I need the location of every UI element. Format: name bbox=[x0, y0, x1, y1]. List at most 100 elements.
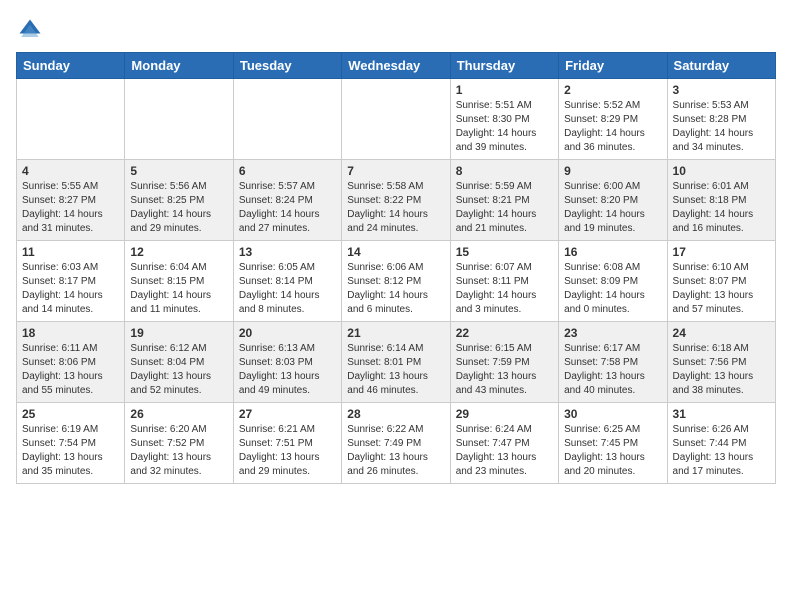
day-info: Sunrise: 6:10 AM Sunset: 8:07 PM Dayligh… bbox=[673, 262, 754, 315]
day-info: Sunrise: 5:53 AM Sunset: 8:28 PM Dayligh… bbox=[673, 100, 754, 153]
weekday-header-row: SundayMondayTuesdayWednesdayThursdayFrid… bbox=[17, 53, 776, 79]
day-number: 6 bbox=[239, 164, 336, 178]
calendar-cell: 20 Sunrise: 6:13 AM Sunset: 8:03 PM Dayli… bbox=[233, 322, 341, 403]
calendar-table: SundayMondayTuesdayWednesdayThursdayFrid… bbox=[16, 52, 776, 484]
day-info: Sunrise: 6:06 AM Sunset: 8:12 PM Dayligh… bbox=[347, 262, 428, 315]
day-number: 14 bbox=[347, 245, 444, 259]
header bbox=[16, 10, 776, 44]
day-number: 29 bbox=[456, 407, 553, 421]
calendar-cell: 5Sunrise: 5:56 AM Sunset: 8:25 PM Daylig… bbox=[125, 160, 233, 241]
day-number: 27 bbox=[239, 407, 336, 421]
calendar-cell: 8 Sunrise: 5:59 AM Sunset: 8:21 PM Daylig… bbox=[450, 160, 558, 241]
day-number: 2 bbox=[564, 83, 661, 97]
calendar-cell: 15Sunrise: 6:07 AM Sunset: 8:11 PM Dayli… bbox=[450, 241, 558, 322]
calendar-cell bbox=[125, 79, 233, 160]
weekday-header-tuesday: Tuesday bbox=[233, 53, 341, 79]
calendar-cell: 16 Sunrise: 6:08 AM Sunset: 8:09 PM Dayli… bbox=[559, 241, 667, 322]
day-info: Sunrise: 5:52 AM Sunset: 8:29 PM Dayligh… bbox=[564, 100, 645, 153]
calendar-cell: 4Sunrise: 5:55 AM Sunset: 8:27 PM Daylig… bbox=[17, 160, 125, 241]
calendar-week-5: 25 Sunrise: 6:19 AM Sunset: 7:54 PM Dayli… bbox=[17, 403, 776, 484]
day-info: Sunrise: 6:17 AM Sunset: 7:58 PM Dayligh… bbox=[564, 343, 645, 396]
day-info: Sunrise: 6:24 AM Sunset: 7:47 PM Dayligh… bbox=[456, 424, 537, 477]
day-number: 18 bbox=[22, 326, 119, 340]
day-number: 16 bbox=[564, 245, 661, 259]
day-number: 9 bbox=[564, 164, 661, 178]
calendar-cell: 10 Sunrise: 6:01 AM Sunset: 8:18 PM Dayli… bbox=[667, 160, 775, 241]
day-number: 31 bbox=[673, 407, 770, 421]
page: SundayMondayTuesdayWednesdayThursdayFrid… bbox=[0, 0, 792, 500]
day-number: 17 bbox=[673, 245, 770, 259]
calendar-cell: 12 Sunrise: 6:04 AM Sunset: 8:15 PM Dayli… bbox=[125, 241, 233, 322]
logo bbox=[16, 10, 46, 44]
day-info: Sunrise: 6:00 AM Sunset: 8:20 PM Dayligh… bbox=[564, 181, 645, 234]
calendar-cell: 31 Sunrise: 6:26 AM Sunset: 7:44 PM Dayli… bbox=[667, 403, 775, 484]
calendar-cell: 17 Sunrise: 6:10 AM Sunset: 8:07 PM Dayli… bbox=[667, 241, 775, 322]
calendar-cell: 7 Sunrise: 5:58 AM Sunset: 8:22 PM Daylig… bbox=[342, 160, 450, 241]
day-number: 11 bbox=[22, 245, 119, 259]
day-number: 12 bbox=[130, 245, 227, 259]
day-info: Sunrise: 6:08 AM Sunset: 8:09 PM Dayligh… bbox=[564, 262, 645, 315]
day-number: 28 bbox=[347, 407, 444, 421]
calendar-cell: 11 Sunrise: 6:03 AM Sunset: 8:17 PM Dayli… bbox=[17, 241, 125, 322]
weekday-header-monday: Monday bbox=[125, 53, 233, 79]
logo-icon bbox=[16, 16, 44, 44]
day-info: Sunrise: 6:14 AM Sunset: 8:01 PM Dayligh… bbox=[347, 343, 428, 396]
calendar-cell: 18 Sunrise: 6:11 AM Sunset: 8:06 PM Dayli… bbox=[17, 322, 125, 403]
day-number: 1 bbox=[456, 83, 553, 97]
day-number: 24 bbox=[673, 326, 770, 340]
day-info: Sunrise: 6:07 AM Sunset: 8:11 PM Dayligh… bbox=[456, 262, 537, 315]
day-info: Sunrise: 6:04 AM Sunset: 8:15 PM Dayligh… bbox=[130, 262, 211, 315]
calendar-cell bbox=[233, 79, 341, 160]
calendar-cell: 30Sunrise: 6:25 AM Sunset: 7:45 PM Dayli… bbox=[559, 403, 667, 484]
day-info: Sunrise: 5:57 AM Sunset: 8:24 PM Dayligh… bbox=[239, 181, 320, 234]
calendar-cell: 28Sunrise: 6:22 AM Sunset: 7:49 PM Dayli… bbox=[342, 403, 450, 484]
day-info: Sunrise: 6:19 AM Sunset: 7:54 PM Dayligh… bbox=[22, 424, 103, 477]
day-info: Sunrise: 6:26 AM Sunset: 7:44 PM Dayligh… bbox=[673, 424, 754, 477]
calendar-week-4: 18 Sunrise: 6:11 AM Sunset: 8:06 PM Dayli… bbox=[17, 322, 776, 403]
day-info: Sunrise: 5:58 AM Sunset: 8:22 PM Dayligh… bbox=[347, 181, 428, 234]
calendar-cell: 9 Sunrise: 6:00 AM Sunset: 8:20 PM Daylig… bbox=[559, 160, 667, 241]
calendar-cell bbox=[17, 79, 125, 160]
day-number: 7 bbox=[347, 164, 444, 178]
day-number: 19 bbox=[130, 326, 227, 340]
day-number: 13 bbox=[239, 245, 336, 259]
day-info: Sunrise: 6:11 AM Sunset: 8:06 PM Dayligh… bbox=[22, 343, 103, 396]
calendar-cell: 19 Sunrise: 6:12 AM Sunset: 8:04 PM Dayli… bbox=[125, 322, 233, 403]
day-number: 8 bbox=[456, 164, 553, 178]
day-number: 25 bbox=[22, 407, 119, 421]
day-number: 5 bbox=[130, 164, 227, 178]
calendar-cell: 1 Sunrise: 5:51 AM Sunset: 8:30 PM Daylig… bbox=[450, 79, 558, 160]
calendar-cell: 24Sunrise: 6:18 AM Sunset: 7:56 PM Dayli… bbox=[667, 322, 775, 403]
day-number: 20 bbox=[239, 326, 336, 340]
day-info: Sunrise: 6:25 AM Sunset: 7:45 PM Dayligh… bbox=[564, 424, 645, 477]
calendar-cell: 22 Sunrise: 6:15 AM Sunset: 7:59 PM Dayli… bbox=[450, 322, 558, 403]
day-info: Sunrise: 6:15 AM Sunset: 7:59 PM Dayligh… bbox=[456, 343, 537, 396]
day-info: Sunrise: 6:13 AM Sunset: 8:03 PM Dayligh… bbox=[239, 343, 320, 396]
day-info: Sunrise: 6:05 AM Sunset: 8:14 PM Dayligh… bbox=[239, 262, 320, 315]
day-number: 10 bbox=[673, 164, 770, 178]
day-info: Sunrise: 6:20 AM Sunset: 7:52 PM Dayligh… bbox=[130, 424, 211, 477]
calendar-cell: 13 Sunrise: 6:05 AM Sunset: 8:14 PM Dayli… bbox=[233, 241, 341, 322]
weekday-header-wednesday: Wednesday bbox=[342, 53, 450, 79]
day-number: 3 bbox=[673, 83, 770, 97]
day-info: Sunrise: 5:51 AM Sunset: 8:30 PM Dayligh… bbox=[456, 100, 537, 153]
calendar-cell: 21Sunrise: 6:14 AM Sunset: 8:01 PM Dayli… bbox=[342, 322, 450, 403]
day-info: Sunrise: 5:59 AM Sunset: 8:21 PM Dayligh… bbox=[456, 181, 537, 234]
calendar-cell: 2 Sunrise: 5:52 AM Sunset: 8:29 PM Daylig… bbox=[559, 79, 667, 160]
day-number: 23 bbox=[564, 326, 661, 340]
day-number: 26 bbox=[130, 407, 227, 421]
weekday-header-sunday: Sunday bbox=[17, 53, 125, 79]
day-info: Sunrise: 6:01 AM Sunset: 8:18 PM Dayligh… bbox=[673, 181, 754, 234]
day-info: Sunrise: 6:03 AM Sunset: 8:17 PM Dayligh… bbox=[22, 262, 103, 315]
day-info: Sunrise: 5:55 AM Sunset: 8:27 PM Dayligh… bbox=[22, 181, 103, 234]
calendar-cell: 14 Sunrise: 6:06 AM Sunset: 8:12 PM Dayli… bbox=[342, 241, 450, 322]
calendar-cell: 25 Sunrise: 6:19 AM Sunset: 7:54 PM Dayli… bbox=[17, 403, 125, 484]
day-number: 22 bbox=[456, 326, 553, 340]
calendar-cell: 6 Sunrise: 5:57 AM Sunset: 8:24 PM Daylig… bbox=[233, 160, 341, 241]
weekday-header-saturday: Saturday bbox=[667, 53, 775, 79]
calendar-cell: 26 Sunrise: 6:20 AM Sunset: 7:52 PM Dayli… bbox=[125, 403, 233, 484]
calendar-week-3: 11 Sunrise: 6:03 AM Sunset: 8:17 PM Dayli… bbox=[17, 241, 776, 322]
calendar-cell: 3 Sunrise: 5:53 AM Sunset: 8:28 PM Daylig… bbox=[667, 79, 775, 160]
day-info: Sunrise: 6:12 AM Sunset: 8:04 PM Dayligh… bbox=[130, 343, 211, 396]
weekday-header-thursday: Thursday bbox=[450, 53, 558, 79]
